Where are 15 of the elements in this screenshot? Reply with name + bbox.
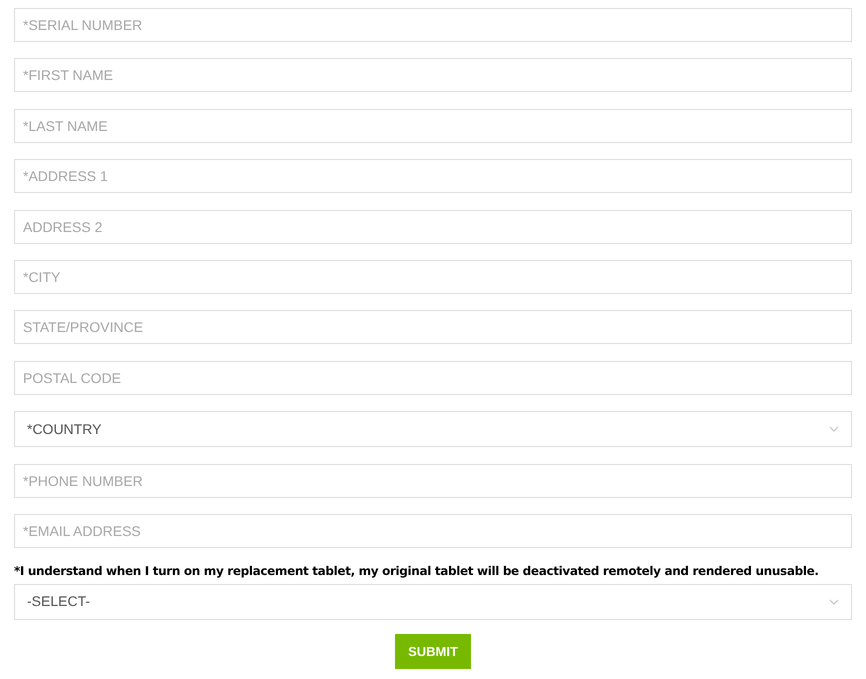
country-select[interactable]: *COUNTRY	[14, 411, 852, 448]
chevron-down-icon	[829, 426, 839, 432]
text-field[interactable]: *EMAIL ADDRESS	[14, 514, 852, 548]
text-field[interactable]: *ADDRESS 1	[14, 159, 852, 194]
text-field[interactable]: *SERIAL NUMBER	[14, 8, 852, 42]
text-field[interactable]: *CITY	[14, 260, 852, 294]
text-field[interactable]: ADDRESS 2	[14, 210, 852, 244]
text-field[interactable]: *FIRST NAME	[14, 58, 852, 92]
text-field[interactable]: *PHONE NUMBER	[14, 464, 852, 498]
chevron-down-icon	[829, 598, 839, 605]
text-field[interactable]: STATE/PROVINCE	[14, 310, 852, 344]
text-field[interactable]: *LAST NAME	[14, 108, 852, 143]
text-field[interactable]: POSTAL CODE	[14, 360, 852, 395]
agreement-text: *I understand when I turn on my replacement tablet, my original tablet will be deactivated remotely and rendered unusable.	[14, 562, 819, 579]
agreement-select[interactable]: -SELECT-	[14, 584, 852, 620]
